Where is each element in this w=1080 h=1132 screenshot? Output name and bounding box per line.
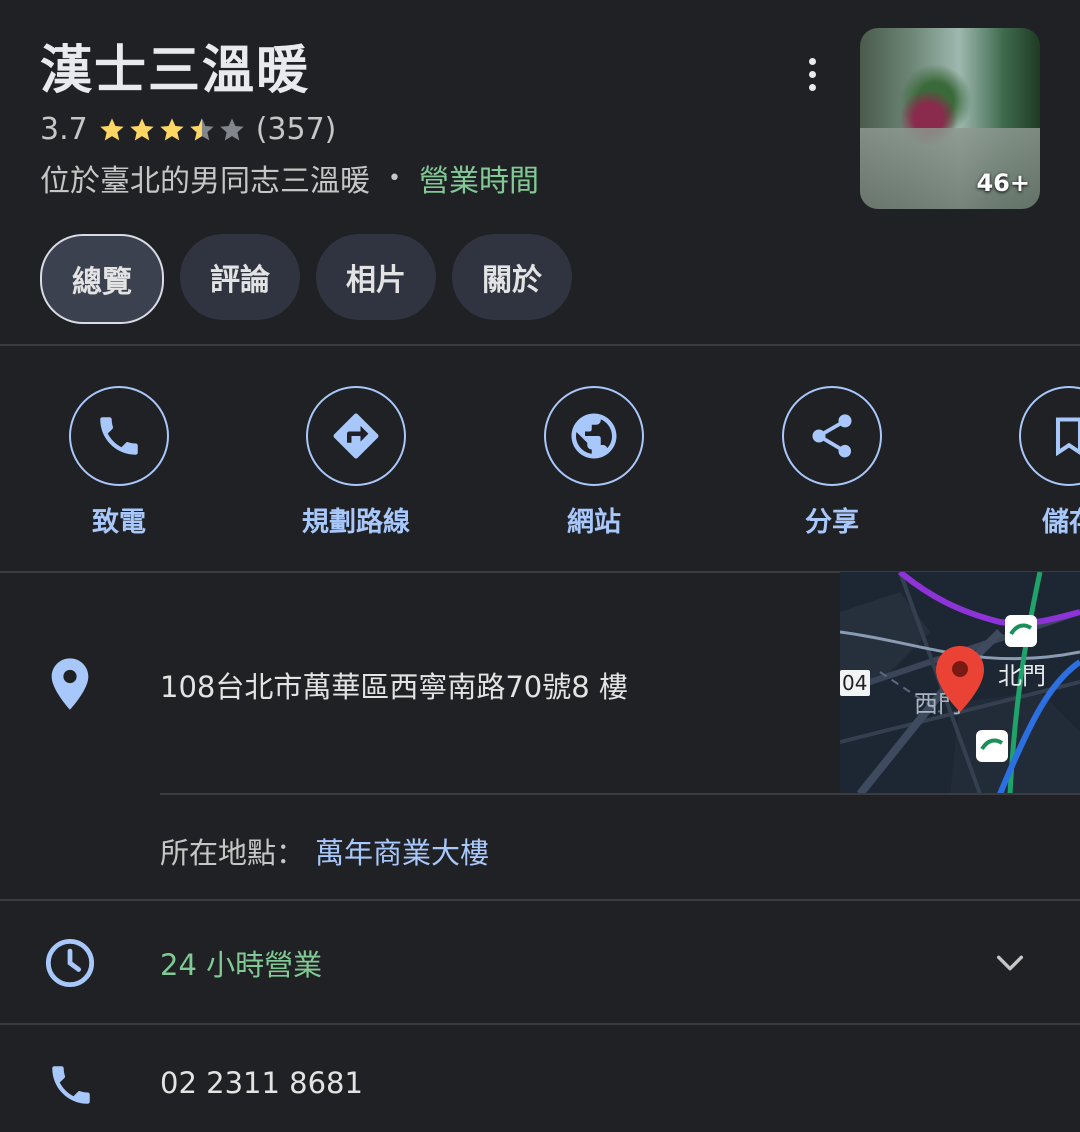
call-label: 致電 (92, 507, 146, 538)
hours-status[interactable]: 24 小時營業 (160, 942, 322, 984)
tab-reviews[interactable]: 評論 (180, 234, 300, 320)
save-button[interactable]: 儲存 (989, 386, 1080, 539)
map-label-route: 04 (842, 671, 867, 695)
directions-button[interactable]: 規劃路線 (276, 386, 436, 539)
star-empty-icon (220, 117, 244, 140)
rating-value: 3.7 (40, 112, 88, 147)
address-text[interactable]: 108台北市萬華區西寧南路70號8 樓 (160, 664, 628, 706)
category-row: 位於臺北的男同志三溫暖 • 營業時間 (40, 156, 539, 200)
directions-label: 規劃路線 (302, 507, 410, 538)
rating-row[interactable]: 3.7 (357) (40, 112, 336, 147)
share-button[interactable]: 分享 (752, 386, 912, 539)
place-photo-thumbnail[interactable]: 46+ (860, 28, 1040, 209)
divider (0, 899, 1080, 901)
metro-station-icon (1005, 615, 1037, 647)
star-full-icon (130, 117, 154, 140)
more-vert-icon (808, 57, 816, 65)
call-button[interactable]: 致電 (39, 386, 199, 539)
map-graphic: 04 北門 西門 (840, 572, 1080, 794)
photo-count: 46+ (976, 169, 1030, 197)
more-options-button[interactable] (792, 54, 832, 94)
share-icon (812, 414, 852, 458)
clock-icon (45, 938, 95, 988)
phone-number[interactable]: 02 2311 8681 (160, 1066, 363, 1100)
globe-icon (571, 413, 617, 459)
rating-stars (98, 116, 246, 144)
located-in-row: 所在地點： 萬年商業大樓 (160, 830, 489, 872)
save-label: 儲存 (1042, 507, 1080, 538)
tab-bar: 總覽 評論 相片 關於 (40, 234, 572, 324)
located-in-label: 所在地點： (160, 836, 306, 870)
review-count: (357) (255, 112, 337, 147)
divider (160, 793, 1080, 795)
chevron-down-icon[interactable] (990, 946, 1030, 980)
hours-link[interactable]: 營業時間 (419, 156, 539, 200)
map-label-beimen: 北門 (998, 662, 1046, 690)
place-category: 位於臺北的男同志三溫暖 (40, 164, 370, 199)
separator: • (388, 165, 401, 191)
tab-about[interactable]: 關於 (452, 234, 572, 320)
directions-icon (333, 413, 379, 459)
star-half-icon (190, 117, 214, 140)
phone-icon (52, 1066, 90, 1104)
website-button[interactable]: 網站 (514, 386, 674, 539)
share-label: 分享 (805, 507, 859, 538)
star-full-icon (100, 117, 124, 140)
star-full-icon (160, 117, 184, 140)
metro-station-icon (976, 730, 1008, 762)
tab-photos[interactable]: 相片 (316, 234, 436, 320)
website-label: 網站 (567, 507, 621, 538)
location-pin-icon (51, 658, 89, 710)
tab-overview[interactable]: 總覽 (40, 234, 164, 324)
divider (0, 344, 1080, 346)
place-title: 漢士三溫暖 (40, 41, 311, 101)
located-in-link[interactable]: 萬年商業大樓 (315, 836, 489, 870)
phone-icon (100, 417, 138, 455)
bookmark-icon (1055, 417, 1080, 457)
divider (0, 1023, 1080, 1025)
map-thumbnail[interactable]: 04 北門 西門 (840, 572, 1080, 794)
